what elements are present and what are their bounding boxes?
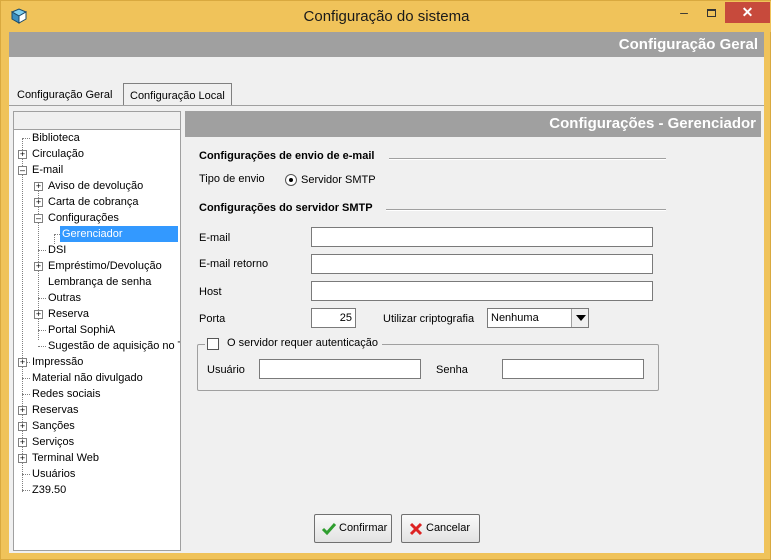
expand-icon[interactable]: + <box>18 422 27 431</box>
cancel-button[interactable]: Cancelar <box>401 514 480 543</box>
reply-email-input[interactable] <box>311 254 653 274</box>
config-window: Configuração do sistema – ✕ Configuração… <box>0 0 771 560</box>
tree-item-configuracoes[interactable]: Configurações <box>46 210 121 226</box>
client-area: Configuração Geral Configuração Geral Co… <box>9 32 764 553</box>
smtp-radio[interactable] <box>285 174 297 186</box>
tab-configuracao-geral[interactable]: Configuração Geral <box>13 85 116 105</box>
tree-item-email[interactable]: E-mail <box>30 162 65 178</box>
tab-configuracao-local[interactable]: Configuração Local <box>123 83 232 106</box>
maximize-icon <box>706 9 716 17</box>
user-input[interactable] <box>259 359 421 379</box>
expand-icon[interactable]: + <box>18 358 27 367</box>
tree-item-biblioteca[interactable]: Biblioteca <box>30 130 82 146</box>
collapse-icon[interactable]: – <box>18 166 27 175</box>
port-label: Porta <box>199 313 226 325</box>
expand-icon[interactable]: + <box>34 310 43 319</box>
expand-icon[interactable]: + <box>18 438 27 447</box>
cancel-x-icon <box>409 522 423 536</box>
tree-item-terminal-web[interactable]: Terminal Web <box>30 450 101 466</box>
crypto-select[interactable]: Nenhuma <box>487 308 589 328</box>
host-label: Host <box>199 286 222 298</box>
minimize-button[interactable]: – <box>671 2 697 23</box>
config-tree[interactable]: Biblioteca + Circulação – E-mail + Aviso… <box>13 111 181 551</box>
confirm-label: Confirmar <box>339 522 388 534</box>
close-button[interactable]: ✕ <box>725 2 770 23</box>
port-input[interactable] <box>311 308 356 328</box>
tree-item-carta-cobranca[interactable]: Carta de cobrança <box>46 194 141 210</box>
auth-checkbox-label[interactable]: O servidor requer autenticação <box>227 337 398 349</box>
radio-dot <box>289 178 293 182</box>
smtp-radio-label[interactable]: Servidor SMTP <box>301 174 376 186</box>
tab-divider <box>9 105 764 106</box>
tree-item-circulacao[interactable]: Circulação <box>30 146 86 162</box>
send-section-title: Configurações de envio de e-mail <box>199 150 375 162</box>
cancel-label: Cancelar <box>426 522 471 534</box>
send-type-label: Tipo de envio <box>199 173 265 185</box>
tree-item-impressao[interactable]: Impressão <box>30 354 85 370</box>
reply-email-label: E-mail retorno <box>199 258 269 270</box>
email-input[interactable] <box>311 227 653 247</box>
tree-item-aviso-devolucao[interactable]: Aviso de devolução <box>46 178 145 194</box>
auth-legend: O servidor requer autenticação <box>205 337 383 351</box>
host-input[interactable] <box>311 281 653 301</box>
user-label: Usuário <box>207 364 245 376</box>
tree-item-redes-sociais[interactable]: Redes sociais <box>30 386 102 402</box>
check-icon <box>321 523 337 536</box>
expand-icon[interactable]: + <box>34 182 43 191</box>
email-label: E-mail <box>199 232 231 244</box>
panel-title: Configurações - Gerenciador <box>185 111 761 137</box>
tree-item-z3950[interactable]: Z39.50 <box>30 482 68 498</box>
tree-item-servicos[interactable]: Serviços <box>30 434 76 450</box>
crypto-selected: Nenhuma <box>491 312 539 324</box>
tree-item-sugestao-aquisicao[interactable]: Sugestão de aquisição no T <box>46 338 180 354</box>
tree-item-usuarios[interactable]: Usuários <box>30 466 77 482</box>
expand-icon[interactable]: + <box>18 150 27 159</box>
section-divider <box>389 158 666 160</box>
window-title: Configuração do sistema <box>303 8 470 25</box>
password-input[interactable] <box>502 359 644 379</box>
auth-checkbox[interactable] <box>207 338 219 350</box>
tree-item-dsi[interactable]: DSI <box>46 242 68 258</box>
password-label: Senha <box>436 364 468 376</box>
tree-item-reservas[interactable]: Reservas <box>30 402 80 418</box>
crypto-label: Utilizar criptografia <box>383 313 475 325</box>
page-title: Configuração Geral <box>9 32 764 57</box>
expand-icon[interactable]: + <box>34 198 43 207</box>
tree-item-outras[interactable]: Outras <box>46 290 83 306</box>
tree-item-lembranca-senha[interactable]: Lembrança de senha <box>46 274 153 290</box>
expand-icon[interactable]: + <box>18 454 27 463</box>
tree-item-sancoes[interactable]: Sanções <box>30 418 77 434</box>
expand-icon[interactable]: + <box>34 262 43 271</box>
tree-header <box>14 112 180 130</box>
collapse-icon[interactable]: – <box>34 214 43 223</box>
smtp-section-title: Configurações do servidor SMTP <box>199 202 373 214</box>
chevron-down-icon[interactable] <box>571 309 588 327</box>
tab-strip: Configuração Geral Configuração Local <box>9 82 764 106</box>
maximize-button[interactable] <box>698 2 724 23</box>
tree-item-portal-sophia[interactable]: Portal SophiA <box>46 322 117 338</box>
section-divider <box>386 209 666 211</box>
tree-item-gerenciador[interactable]: Gerenciador <box>60 226 178 242</box>
confirm-button[interactable]: Confirmar <box>314 514 392 543</box>
title-bar: Configuração do sistema – ✕ <box>1 1 771 32</box>
expand-icon[interactable]: + <box>18 406 27 415</box>
tree-item-emprestimo-devolucao[interactable]: Empréstimo/Devolução <box>46 258 164 274</box>
tree-item-material-nao-divulgado[interactable]: Material não divulgado <box>30 370 145 386</box>
tree-item-reserva[interactable]: Reserva <box>46 306 91 322</box>
